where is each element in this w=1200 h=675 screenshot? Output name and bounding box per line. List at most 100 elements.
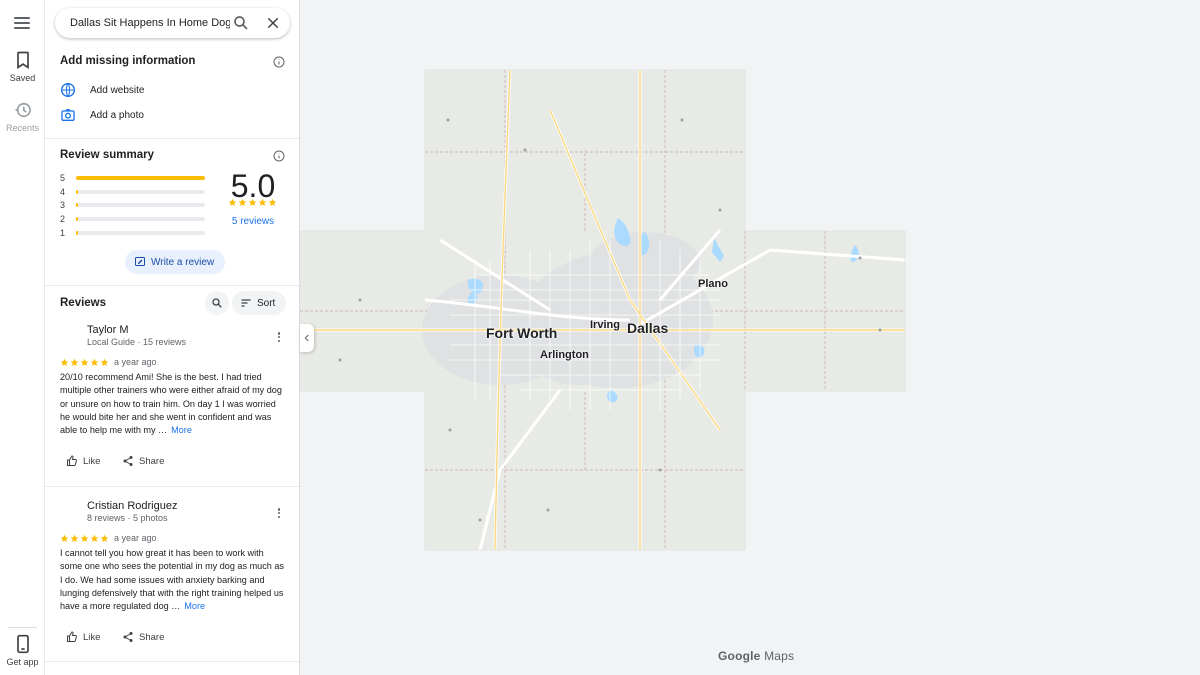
google-maps-logo: Google Maps (718, 649, 794, 663)
star-icon (238, 198, 247, 206)
review-actions-menu-icon[interactable] (273, 330, 285, 344)
add-photo-button[interactable]: Add a photo (60, 105, 144, 125)
clear-search-icon[interactable] (265, 15, 281, 31)
logo-product: Maps (764, 649, 795, 663)
rating-bar-track (76, 230, 205, 235)
rating-bar-fill (76, 203, 78, 208)
star-icon (90, 534, 99, 542)
rating-bar-track (76, 189, 205, 194)
rating-bar-label: 4 (60, 186, 66, 197)
rating-bar-fill (76, 217, 78, 222)
rating-bar-fill (76, 189, 78, 194)
rating-bar-label: 5 (60, 173, 66, 183)
review-text: 20/10 recommend Ami! She is the best. I … (60, 371, 286, 437)
search-reviews-button[interactable] (205, 291, 229, 315)
logo-brand: Google (718, 649, 761, 663)
review-body: I cannot tell you how great it has been … (60, 548, 284, 612)
info-icon[interactable] (273, 56, 285, 68)
reviewer-name: Taylor M (87, 324, 129, 336)
rating-bar-track (76, 217, 205, 222)
rail-get-app[interactable]: Get app (0, 634, 45, 667)
share-button[interactable]: Share (116, 626, 170, 648)
like-button[interactable]: Like (60, 450, 106, 472)
map-tiles (300, 69, 906, 551)
rating-bar-fill (76, 176, 205, 180)
add-photo-icon (61, 109, 75, 121)
thumbs-up-icon (67, 455, 77, 466)
bookmark-icon (16, 51, 29, 70)
chevron-left-icon (304, 334, 309, 342)
star-icon (80, 534, 89, 542)
star-icon (60, 358, 69, 366)
globe-icon (61, 83, 75, 97)
rating-bar-row: 4 (60, 187, 205, 197)
missing-info-title: Add missing information (60, 55, 196, 67)
map-label-fort-worth[interactable]: Fort Worth (486, 325, 557, 341)
thumbs-up-icon (67, 631, 77, 642)
sort-button[interactable]: Sort (232, 291, 287, 315)
rating-bar-label: 3 (60, 200, 66, 211)
search-icon (212, 298, 222, 308)
info-icon[interactable] (273, 150, 285, 162)
review-divider (45, 661, 299, 662)
rating-bar-row: 3 (60, 200, 205, 210)
reviews-title: Reviews (60, 297, 107, 309)
star-icon (258, 198, 267, 206)
write-review-button[interactable]: Write a review (125, 250, 226, 274)
reviews-count-link[interactable]: 5 reviews (225, 216, 281, 227)
star-icon (90, 358, 99, 366)
star-icon (70, 358, 79, 366)
rail-get-app-label: Get app (6, 657, 39, 667)
review-stars (60, 534, 109, 543)
like-button[interactable]: Like (60, 626, 106, 648)
menu-icon[interactable] (11, 12, 33, 34)
rating-bar-label: 1 (60, 227, 66, 238)
write-review-label: Write a review (151, 256, 215, 268)
review-stars (60, 358, 109, 367)
reviewer-name: Cristian Rodriguez (87, 500, 178, 512)
section-divider (45, 138, 299, 139)
like-label: Like (83, 631, 101, 643)
star-icon (248, 198, 257, 206)
star-icon (228, 198, 237, 206)
rating-bar-track (76, 203, 205, 208)
rail-saved[interactable]: Saved (0, 50, 45, 83)
reviewer-meta: Local Guide · 15 reviews (87, 337, 187, 347)
reviewer-meta: 8 reviews · 5 photos (87, 513, 168, 523)
phone-icon (16, 634, 29, 654)
search-input[interactable] (70, 17, 230, 29)
share-icon (123, 456, 133, 466)
share-label: Share (139, 455, 165, 467)
place-details-panel: Add missing information Add website Add … (45, 0, 300, 675)
collapse-panel-button[interactable] (300, 324, 314, 352)
rating-stars (228, 198, 277, 207)
add-website-button[interactable]: Add website (60, 80, 144, 100)
sort-icon (241, 299, 251, 307)
search-box (55, 8, 290, 38)
map-label-arlington[interactable]: Arlington (540, 349, 589, 361)
share-button[interactable]: Share (116, 450, 170, 472)
rating-bar-row: 2 (60, 214, 205, 224)
rating-bar-row: 5 (60, 173, 205, 183)
review-date: a year ago (114, 533, 157, 543)
history-icon (15, 102, 31, 118)
more-link[interactable]: More (171, 425, 192, 435)
rating-bar-track (76, 176, 205, 180)
review-divider (45, 486, 299, 487)
star-icon (268, 198, 277, 206)
map-label-plano[interactable]: Plano (698, 278, 728, 290)
rail-saved-label: Saved (9, 73, 36, 83)
review-actions-menu-icon[interactable] (273, 506, 285, 520)
star-icon (100, 358, 109, 366)
add-website-label: Add website (90, 84, 145, 96)
rail-divider (8, 627, 37, 628)
rail-recents[interactable]: Recents (0, 100, 45, 133)
star-icon (80, 358, 89, 366)
map-label-dallas[interactable]: Dallas (627, 320, 668, 336)
review-summary-title: Review summary (60, 149, 154, 161)
map-canvas[interactable]: Fort Worth Dallas Arlington Irving Plano… (300, 0, 1200, 675)
map-label-irving[interactable]: Irving (590, 319, 620, 331)
more-link[interactable]: More (184, 601, 205, 611)
sort-label: Sort (257, 297, 276, 309)
search-icon[interactable] (232, 14, 250, 32)
